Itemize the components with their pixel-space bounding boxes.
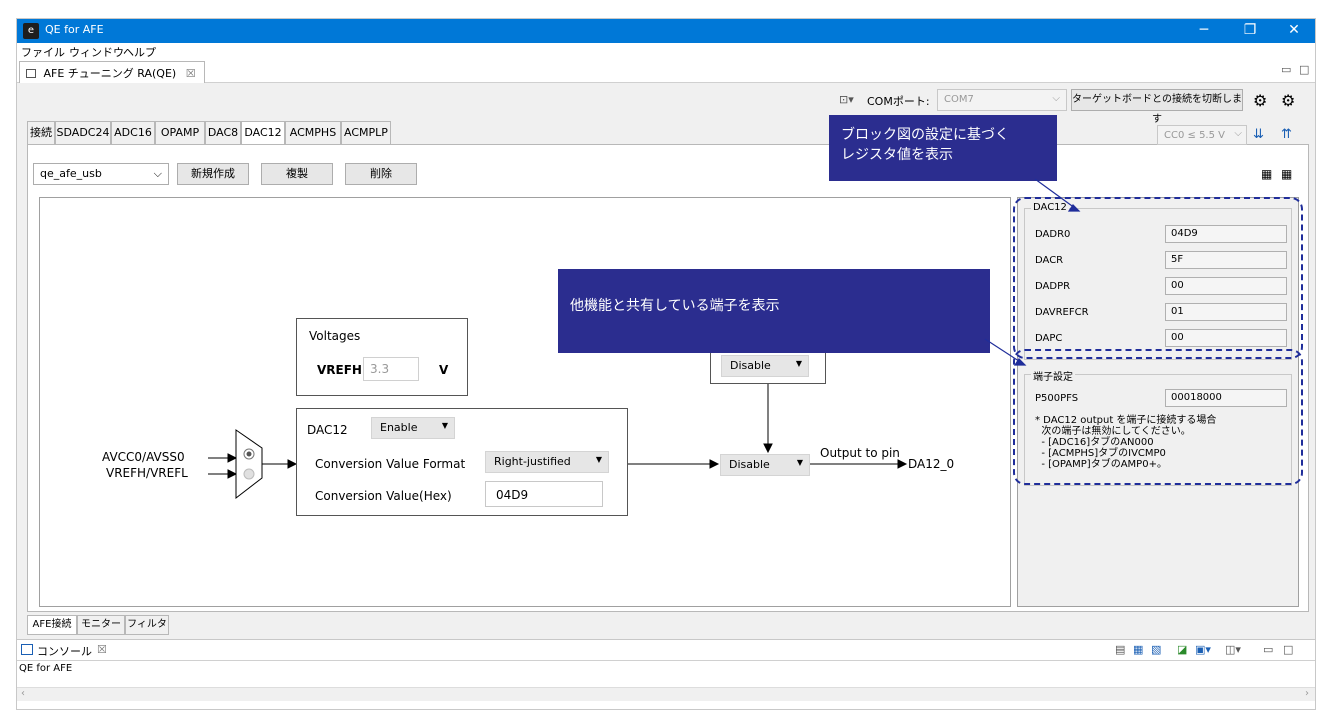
- console-body: QE for AFE ‹ ›: [17, 661, 1315, 709]
- scroll-right-icon[interactable]: ›: [1305, 688, 1309, 699]
- tab-afe-connection[interactable]: AFE接続: [27, 615, 77, 635]
- app-window: e QE for AFE ─ ❐ ✕ ファイル ウィンドウ ヘルプ AFE チュ…: [16, 18, 1316, 710]
- console-text: QE for AFE: [19, 663, 73, 674]
- console-close-icon[interactable]: ☒: [97, 643, 107, 656]
- console-title[interactable]: コンソール: [37, 643, 92, 659]
- scroll-lock-icon[interactable]: ▦: [1133, 643, 1143, 656]
- console-header: コンソール ☒ ▤ ▦ ▧ ◪ ▣▾ ◫▾ ▭ □: [17, 639, 1315, 661]
- open-console-icon[interactable]: ◪: [1177, 643, 1187, 656]
- console-icon: [21, 644, 33, 655]
- new-console-icon[interactable]: ◫▾: [1225, 643, 1241, 656]
- clear-console-icon[interactable]: ▤: [1115, 643, 1125, 656]
- display-console-icon[interactable]: ▣▾: [1195, 643, 1211, 656]
- tab-monitor[interactable]: モニター: [77, 615, 125, 635]
- tab-filter[interactable]: フィルタ: [125, 615, 169, 635]
- maximize-console-icon[interactable]: □: [1283, 643, 1293, 656]
- scroll-left-icon[interactable]: ‹: [21, 688, 25, 699]
- pin-console-icon[interactable]: ▧: [1151, 643, 1161, 656]
- callout-pointers: [984, 178, 1081, 366]
- horizontal-scrollbar[interactable]: ‹ ›: [17, 687, 1315, 701]
- minimize-console-icon[interactable]: ▭: [1263, 643, 1273, 656]
